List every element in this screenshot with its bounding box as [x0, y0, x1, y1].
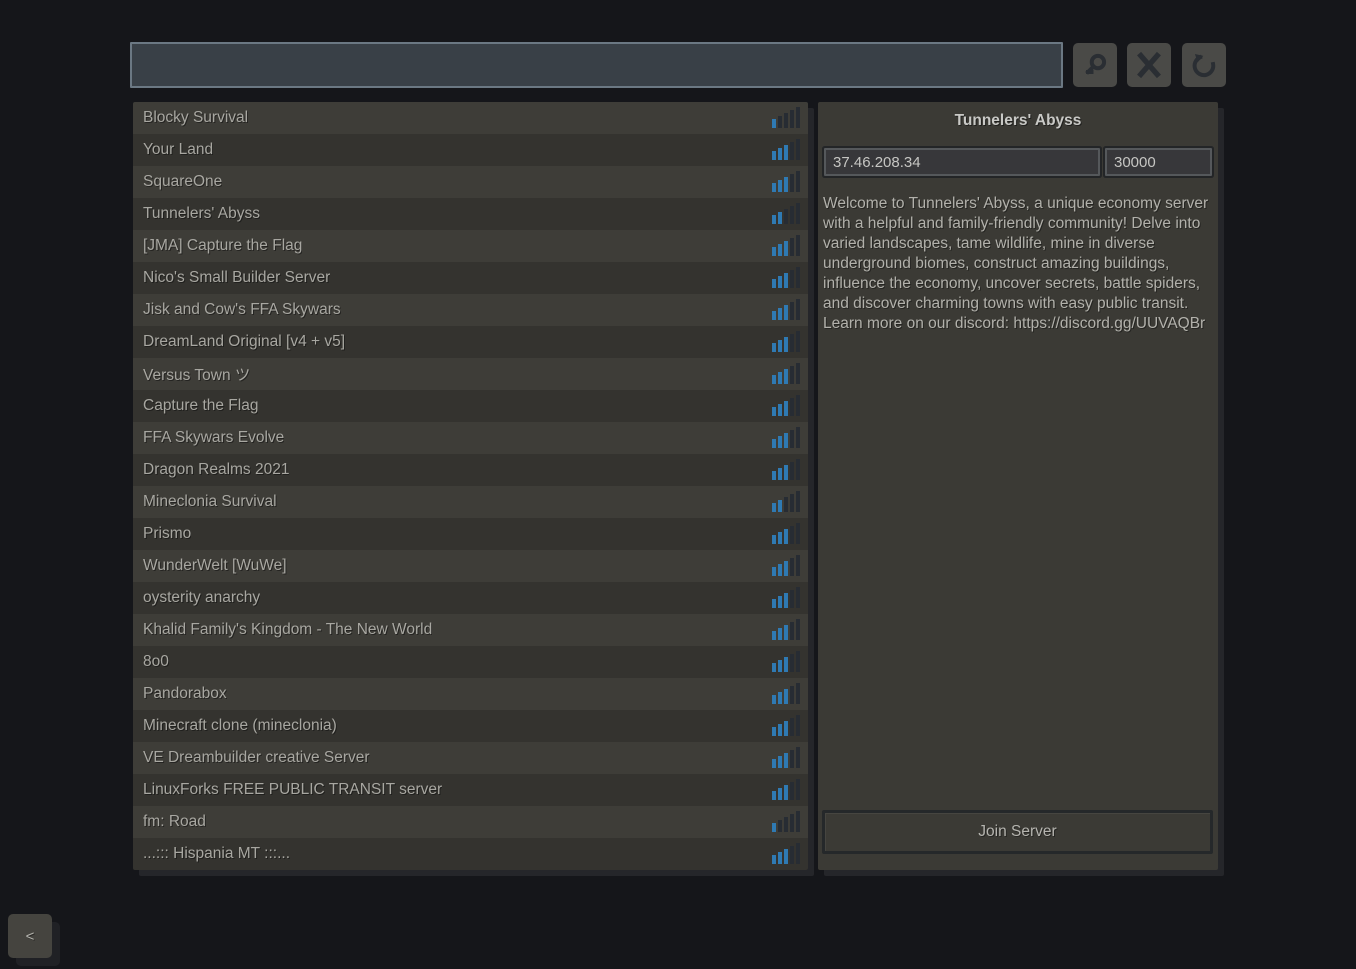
server-name: VE Dreambuilder creative Server	[143, 749, 370, 767]
refresh-icon	[1190, 51, 1218, 79]
ping-bars-icon	[772, 363, 800, 385]
ping-bars-icon	[772, 619, 800, 641]
ping-bars-icon	[772, 747, 800, 769]
ping-bars-icon	[772, 139, 800, 161]
back-button[interactable]: <	[8, 914, 52, 958]
server-row[interactable]: Dragon Realms 2021	[133, 454, 808, 486]
server-details-panel: Tunnelers' Abyss Welcome to Tunnelers' A…	[818, 102, 1218, 870]
server-row[interactable]: 8o0	[133, 646, 808, 678]
search-button[interactable]	[1073, 43, 1117, 87]
server-name: Tunnelers' Abyss	[143, 205, 260, 223]
close-icon	[1135, 51, 1163, 79]
ping-bars-icon	[772, 171, 800, 193]
server-name: Blocky Survival	[143, 109, 248, 127]
server-row[interactable]: VE Dreambuilder creative Server	[133, 742, 808, 774]
server-name: Versus Town ツ	[143, 363, 250, 385]
port-field[interactable]	[1105, 148, 1212, 176]
join-server-button[interactable]: Join Server	[822, 810, 1213, 854]
clear-search-button[interactable]	[1127, 43, 1171, 87]
server-row[interactable]: [JMA] Capture the Flag	[133, 230, 808, 262]
server-row[interactable]: WunderWelt [WuWe]	[133, 550, 808, 582]
ping-bars-icon	[772, 203, 800, 225]
server-row[interactable]: fm: Road	[133, 806, 808, 838]
server-name: 8o0	[143, 653, 169, 671]
server-name: Prismo	[143, 525, 191, 543]
server-name: Mineclonia Survival	[143, 493, 277, 511]
server-name: DreamLand Original [v4 + v5]	[143, 333, 345, 351]
ping-bars-icon	[772, 843, 800, 865]
server-title: Tunnelers' Abyss	[818, 112, 1218, 130]
server-row[interactable]: FFA Skywars Evolve	[133, 422, 808, 454]
ping-bars-icon	[772, 715, 800, 737]
server-name: Nico's Small Builder Server	[143, 269, 330, 287]
server-name: fm: Road	[143, 813, 206, 831]
server-name: Khalid Family's Kingdom - The New World	[143, 621, 432, 639]
ping-bars-icon	[772, 107, 800, 129]
server-name: [JMA] Capture the Flag	[143, 237, 302, 255]
server-name: SquareOne	[143, 173, 222, 191]
search-input[interactable]	[130, 42, 1063, 88]
server-name: oysterity anarchy	[143, 589, 260, 607]
server-row[interactable]: DreamLand Original [v4 + v5]	[133, 326, 808, 358]
server-description: Welcome to Tunnelers' Abyss, a unique ec…	[823, 194, 1214, 334]
server-row[interactable]: Your Land	[133, 134, 808, 166]
ping-bars-icon	[772, 683, 800, 705]
server-row[interactable]: Pandorabox	[133, 678, 808, 710]
ping-bars-icon	[772, 811, 800, 833]
server-name: Pandorabox	[143, 685, 227, 703]
server-row[interactable]: Minecraft clone (mineclonia)	[133, 710, 808, 742]
server-name: Minecraft clone (mineclonia)	[143, 717, 337, 735]
server-list: Blocky Survival Your Land SquareOne Tunnele…	[133, 102, 808, 870]
ping-bars-icon	[772, 235, 800, 257]
ping-bars-icon	[772, 651, 800, 673]
server-row[interactable]: LinuxForks FREE PUBLIC TRANSIT server	[133, 774, 808, 806]
server-row[interactable]: Tunnelers' Abyss	[133, 198, 808, 230]
server-name: Jisk and Cow's FFA Skywars	[143, 301, 341, 319]
server-row[interactable]: oysterity anarchy	[133, 582, 808, 614]
server-name: FFA Skywars Evolve	[143, 429, 284, 447]
server-row[interactable]: Mineclonia Survival	[133, 486, 808, 518]
refresh-button[interactable]	[1182, 43, 1226, 87]
server-row[interactable]: Blocky Survival	[133, 102, 808, 134]
server-browser-screen: Blocky Survival Your Land SquareOne Tunnele…	[0, 0, 1356, 969]
ping-bars-icon	[772, 523, 800, 545]
ping-bars-icon	[772, 459, 800, 481]
server-row[interactable]: Versus Town ツ	[133, 358, 808, 390]
ping-bars-icon	[772, 555, 800, 577]
ping-bars-icon	[772, 395, 800, 417]
server-row[interactable]: Prismo	[133, 518, 808, 550]
server-row[interactable]: Jisk and Cow's FFA Skywars	[133, 294, 808, 326]
ping-bars-icon	[772, 491, 800, 513]
server-row[interactable]: ...::: Hispania MT :::...	[133, 838, 808, 870]
server-name: Your Land	[143, 141, 213, 159]
server-row[interactable]: Capture the Flag	[133, 390, 808, 422]
server-name: LinuxForks FREE PUBLIC TRANSIT server	[143, 781, 442, 799]
server-row[interactable]: Khalid Family's Kingdom - The New World	[133, 614, 808, 646]
ping-bars-icon	[772, 427, 800, 449]
ping-bars-icon	[772, 267, 800, 289]
server-name: WunderWelt [WuWe]	[143, 557, 287, 575]
ping-bars-icon	[772, 587, 800, 609]
server-name: ...::: Hispania MT :::...	[143, 845, 290, 863]
ping-bars-icon	[772, 331, 800, 353]
search-icon	[1081, 51, 1109, 79]
ping-bars-icon	[772, 299, 800, 321]
server-name: Dragon Realms 2021	[143, 461, 289, 479]
server-row[interactable]: SquareOne	[133, 166, 808, 198]
ping-bars-icon	[772, 779, 800, 801]
server-row[interactable]: Nico's Small Builder Server	[133, 262, 808, 294]
server-name: Capture the Flag	[143, 397, 258, 415]
address-field[interactable]	[824, 148, 1100, 176]
